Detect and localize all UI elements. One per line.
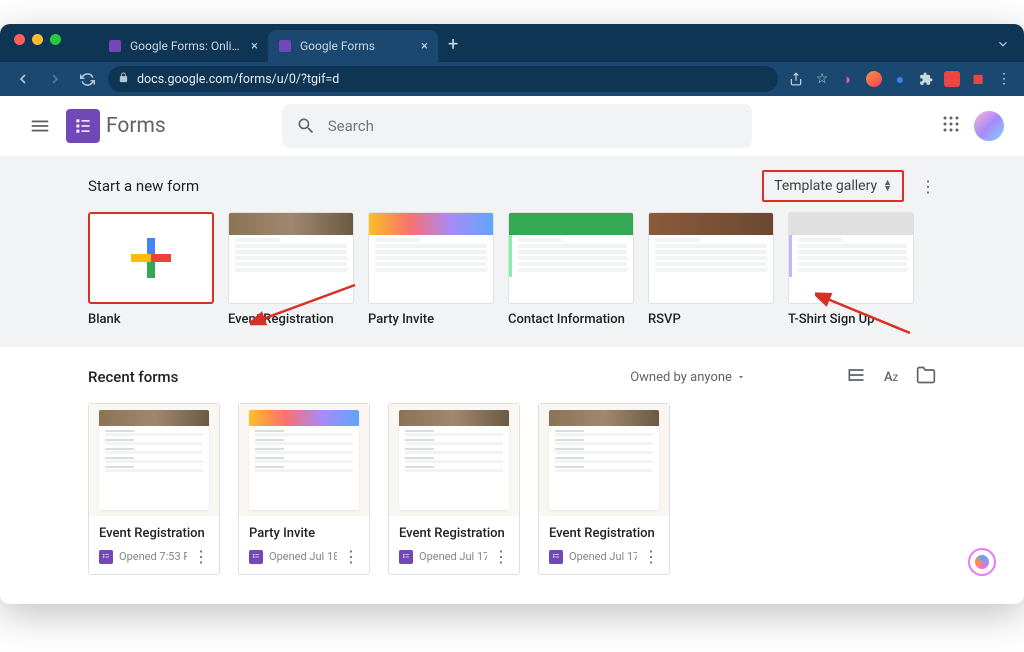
- template-label: Blank: [88, 312, 214, 327]
- star-icon[interactable]: ☆: [814, 71, 830, 87]
- search-icon: [296, 116, 316, 136]
- window-minimize-icon[interactable]: [32, 34, 43, 45]
- app-title: Forms: [106, 114, 166, 138]
- forms-file-icon: [549, 550, 563, 564]
- forward-button[interactable]: [44, 71, 66, 87]
- window-close-icon[interactable]: [14, 34, 25, 45]
- recent-form-date: Opened Jul 17, 2023: [419, 550, 487, 563]
- extension-icon[interactable]: ●: [892, 71, 908, 87]
- tab-title: Google Forms: Online Form Cr: [130, 39, 243, 53]
- assistant-badge-icon[interactable]: [968, 548, 996, 576]
- tab-title: Google Forms: [300, 39, 413, 53]
- recent-form-name: Event Registration: [399, 526, 509, 541]
- forms-file-icon: [249, 550, 263, 564]
- recent-heading: Recent forms: [88, 368, 178, 386]
- template-card[interactable]: Party Invite: [368, 212, 494, 327]
- recent-form-card[interactable]: Event Registration Opened Jul 17, 2023 ⋮: [538, 403, 670, 575]
- template-card[interactable]: Blank: [88, 212, 214, 327]
- account-avatar[interactable]: [974, 111, 1004, 141]
- template-card[interactable]: Event Registration: [228, 212, 354, 327]
- template-card[interactable]: RSVP: [648, 212, 774, 327]
- forms-file-icon: [99, 550, 113, 564]
- recent-form-name: Event Registration: [549, 526, 659, 541]
- recent-form-card[interactable]: Event Registration Opened Jul 17, 2023 ⋮: [388, 403, 520, 575]
- browser-tab[interactable]: Google Forms ×: [268, 30, 438, 62]
- recent-form-date: Opened 7:53 PM: [119, 550, 187, 563]
- template-label: Contact Information: [508, 312, 634, 327]
- search-box[interactable]: [282, 104, 752, 148]
- new-tab-button[interactable]: +: [438, 34, 468, 55]
- extension-icon[interactable]: ◗: [840, 71, 856, 87]
- recent-form-name: Party Invite: [249, 526, 359, 541]
- recent-form-card[interactable]: Party Invite Opened Jul 18, 2023 ⋮: [238, 403, 370, 575]
- tab-close-icon[interactable]: ×: [421, 39, 428, 54]
- extension-icon[interactable]: [866, 71, 882, 87]
- recent-form-date: Opened Jul 17, 2023: [569, 550, 637, 563]
- more-options-icon[interactable]: ⋮: [343, 547, 359, 566]
- template-label: Party Invite: [368, 312, 494, 327]
- list-view-icon[interactable]: [846, 365, 866, 389]
- browser-tab[interactable]: Google Forms: Online Form Cr ×: [98, 30, 268, 62]
- template-label: Event Registration: [228, 312, 354, 327]
- forms-file-icon: [399, 550, 413, 564]
- sort-az-icon[interactable]: AZ: [884, 370, 898, 385]
- tab-close-icon[interactable]: ×: [251, 39, 258, 54]
- template-gallery-button[interactable]: Template gallery ▲▼: [762, 170, 904, 202]
- back-button[interactable]: [12, 71, 34, 87]
- extension-icon[interactable]: [944, 71, 960, 87]
- more-options-icon[interactable]: ⋮: [643, 547, 659, 566]
- reload-button[interactable]: [76, 72, 98, 87]
- search-input[interactable]: [328, 117, 738, 135]
- more-options-icon[interactable]: ⋮: [493, 547, 509, 566]
- template-card[interactable]: T-Shirt Sign Up: [788, 212, 914, 327]
- more-options-icon[interactable]: ⋮: [193, 547, 209, 566]
- extension-icon[interactable]: ◼: [970, 71, 986, 87]
- recent-form-date: Opened Jul 18, 2023: [269, 550, 337, 563]
- chevron-down-icon[interactable]: [996, 36, 1010, 55]
- window-maximize-icon[interactable]: [50, 34, 61, 45]
- template-label: RSVP: [648, 312, 774, 327]
- recent-form-name: Event Registration: [99, 526, 209, 541]
- forms-favicon-icon: [108, 39, 122, 53]
- extensions-puzzle-icon[interactable]: [918, 71, 934, 87]
- plus-icon: [131, 238, 171, 278]
- template-label: T-Shirt Sign Up: [788, 312, 914, 327]
- forms-logo[interactable]: Forms: [66, 109, 166, 143]
- folder-icon[interactable]: [916, 365, 936, 389]
- forms-logo-icon: [66, 109, 100, 143]
- more-options-icon[interactable]: ⋮: [920, 177, 936, 196]
- recent-form-card[interactable]: Event Registration Opened 7:53 PM ⋮: [88, 403, 220, 575]
- sort-updown-icon: ▲▼: [883, 180, 892, 192]
- forms-favicon-icon: [278, 39, 292, 53]
- templates-heading: Start a new form: [88, 177, 199, 195]
- share-icon[interactable]: [788, 71, 804, 87]
- url-text: docs.google.com/forms/u/0/?tgif=d: [137, 72, 339, 87]
- main-menu-button[interactable]: [20, 106, 60, 146]
- template-card[interactable]: Contact Information: [508, 212, 634, 327]
- google-apps-icon[interactable]: [942, 115, 960, 137]
- dropdown-icon: [736, 372, 746, 382]
- address-bar[interactable]: docs.google.com/forms/u/0/?tgif=d: [108, 66, 778, 92]
- owned-by-filter[interactable]: Owned by anyone: [630, 370, 746, 385]
- browser-menu-icon[interactable]: ⋮: [996, 71, 1012, 87]
- lock-icon: [118, 72, 129, 86]
